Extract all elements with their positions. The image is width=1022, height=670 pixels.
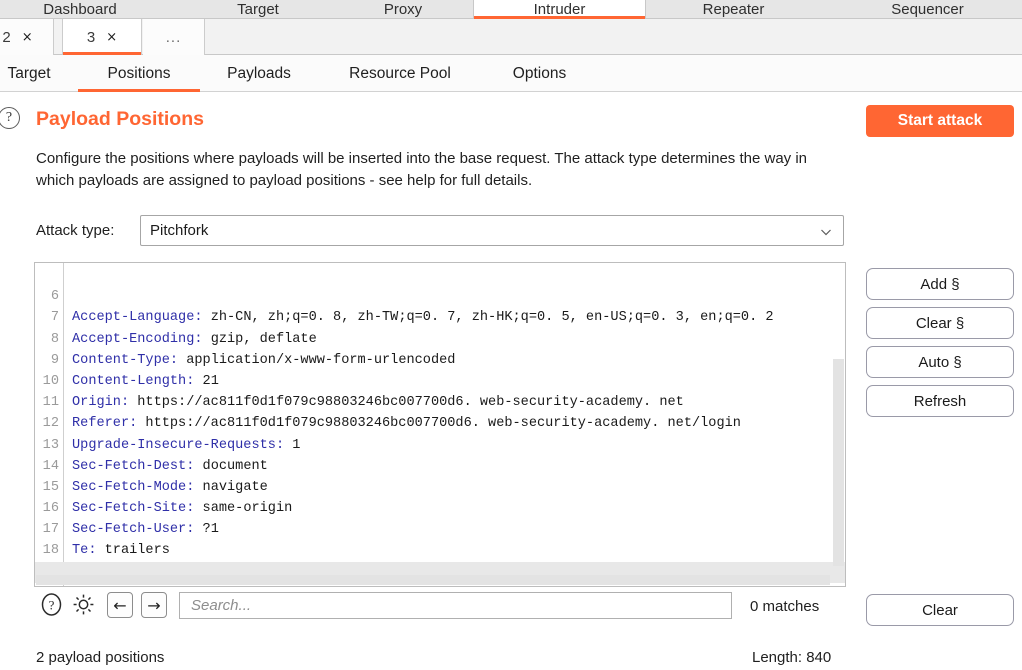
- intruder-sub-tab-bar: Target Positions Payloads Resource Pool …: [0, 55, 1022, 92]
- svg-text:?: ?: [49, 598, 55, 613]
- clear-search-button[interactable]: Clear: [866, 594, 1014, 626]
- editor-line[interactable]: 11 Referer: https://ac811f0d1f079c988032…: [35, 371, 845, 431]
- search-help-icon[interactable]: ?: [39, 592, 64, 622]
- main-tab-bar: Dashboard Target Proxy Intruder Repeater…: [0, 0, 1022, 19]
- sub-tab-positions[interactable]: Positions: [78, 55, 200, 92]
- editor-line[interactable]: 13 Sec-Fetch-Dest: document: [35, 413, 845, 474]
- editor-line[interactable]: 9 Content-Length: 21: [35, 329, 845, 389]
- editor-line[interactable]: 12 Upgrade-Insecure-Requests: 1: [35, 392, 845, 452]
- main-tab-repeater[interactable]: Repeater: [650, 0, 817, 19]
- attack-tab-3[interactable]: 3 ×: [62, 19, 142, 55]
- editor-line[interactable]: 6 Accept-Language: zh-CN, zh;q=0. 8, zh-…: [35, 265, 845, 325]
- payload-positions-count: 2 payload positions: [36, 649, 165, 666]
- editor-line[interactable]: 7 Accept-Encoding: gzip, deflate: [35, 286, 845, 346]
- page-title: Payload Positions: [36, 108, 204, 130]
- search-field-wrapper[interactable]: [179, 592, 732, 619]
- attack-type-select[interactable]: Pitchfork: [140, 215, 844, 246]
- editor-line[interactable]: 8 Content-Type: application/x-www-form-u…: [35, 307, 845, 368]
- attack-type-value: Pitchfork: [150, 222, 209, 239]
- search-next-button[interactable]: →: [141, 592, 167, 618]
- ellipsis-icon: ...: [165, 28, 182, 46]
- editor-line[interactable]: 14 Sec-Fetch-Mode: navigate: [35, 435, 845, 495]
- request-length: Length: 840: [752, 649, 832, 666]
- close-icon[interactable]: ×: [22, 31, 33, 44]
- sub-tab-label: Payloads: [227, 64, 291, 82]
- editor-line[interactable]: 16 Sec-Fetch-User: ?1: [35, 477, 845, 537]
- search-prev-button[interactable]: ←: [107, 592, 133, 618]
- page-description: Configure the positions where payloads w…: [36, 150, 807, 189]
- main-tab-label: Repeater: [702, 1, 765, 18]
- help-icon-glyph: ?: [5, 110, 13, 125]
- help-icon[interactable]: ?: [0, 107, 20, 129]
- refresh-button[interactable]: Refresh: [866, 385, 1014, 417]
- editor-line[interactable]: 15 Sec-Fetch-Site: same-origin: [35, 456, 845, 516]
- editor-vertical-scrollbar[interactable]: [833, 359, 844, 566]
- clear-payload-marker-button[interactable]: Clear §: [866, 307, 1014, 339]
- close-icon[interactable]: ×: [106, 31, 117, 44]
- start-attack-button[interactable]: Start attack: [866, 105, 1014, 137]
- search-matches-count: 0 matches: [750, 598, 820, 615]
- editor-lines: 6 Accept-Language: zh-CN, zh;q=0. 8, zh-…: [35, 265, 845, 586]
- sub-tab-resource-pool[interactable]: Resource Pool: [320, 55, 480, 92]
- main-tab-dashboard[interactable]: Dashboard: [0, 0, 160, 19]
- add-payload-marker-button[interactable]: Add §: [866, 268, 1014, 300]
- attack-tab-2[interactable]: 2 ×: [0, 19, 54, 55]
- main-tab-label: Dashboard: [43, 1, 117, 18]
- main-tab-label: Proxy: [383, 1, 423, 18]
- editor-horizontal-scrollbar[interactable]: [36, 575, 830, 585]
- main-tab-proxy[interactable]: Proxy: [333, 0, 473, 19]
- search-input[interactable]: [189, 596, 731, 615]
- sub-tab-options[interactable]: Options: [487, 55, 592, 92]
- main-tab-label: Sequencer: [891, 1, 964, 18]
- attack-tab-overflow[interactable]: ...: [143, 19, 205, 55]
- sub-tab-label: Options: [512, 64, 567, 82]
- chevron-down-icon: [820, 225, 832, 237]
- main-tab-label: Target: [237, 1, 279, 18]
- sub-tab-target[interactable]: Target: [0, 55, 74, 92]
- burp-intruder-window: Dashboard Target Proxy Intruder Repeater…: [0, 0, 1022, 670]
- main-tab-intruder[interactable]: Intruder: [473, 0, 646, 19]
- editor-line[interactable]: 10 Origin: https://ac811f0d1f079c9880324…: [35, 350, 845, 410]
- main-tab-target[interactable]: Target: [183, 0, 333, 19]
- editor-line[interactable]: 17 Te: trailers: [35, 498, 845, 558]
- attack-type-label: Attack type:: [36, 222, 115, 239]
- attack-tab-label: 3: [86, 28, 96, 46]
- sub-tab-label: Target: [7, 64, 51, 82]
- main-tab-sequencer[interactable]: Sequencer: [840, 0, 1015, 19]
- auto-payload-marker-button[interactable]: Auto §: [866, 346, 1014, 378]
- active-tab-underline: [78, 89, 200, 92]
- editor-line[interactable]: 18 Connection: close: [35, 519, 845, 579]
- attack-tab-label: 2: [2, 28, 11, 46]
- sub-tab-label: Resource Pool: [349, 64, 451, 82]
- sub-tab-payloads[interactable]: Payloads: [205, 55, 313, 92]
- gear-icon[interactable]: [71, 592, 96, 622]
- attack-tab-bar: 2 × 3 × ...: [0, 19, 1022, 55]
- editor-line[interactable]: 19: [35, 540, 845, 580]
- request-editor[interactable]: 6 Accept-Language: zh-CN, zh;q=0. 8, zh-…: [34, 262, 846, 587]
- sub-tab-label: Positions: [107, 64, 171, 82]
